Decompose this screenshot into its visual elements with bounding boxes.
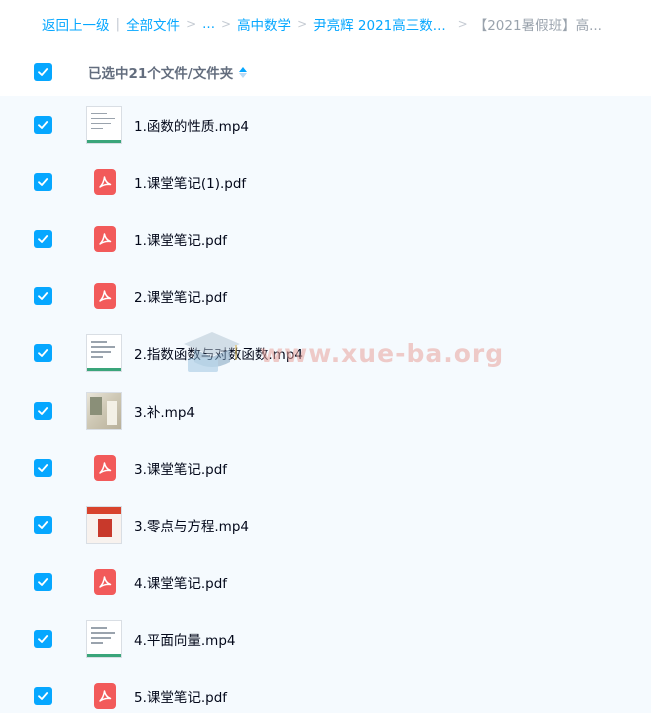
pdf-file-icon [94, 283, 116, 310]
acrobat-glyph [99, 690, 112, 703]
file-checkbox[interactable] [34, 458, 52, 477]
breadcrumb-level2-link[interactable]: 尹亮辉 2021高三数... [313, 14, 446, 34]
breadcrumb-ellipsis-link[interactable]: ... [202, 16, 215, 32]
file-list-header: 已选中21个文件/文件夹 [0, 48, 651, 96]
pdf-file-icon [94, 683, 116, 710]
file-checkbox[interactable] [34, 115, 52, 134]
chevron-right-icon: > [457, 17, 468, 31]
file-row[interactable]: 4.平面向量.mp4 [0, 611, 651, 668]
file-checkbox[interactable] [34, 344, 52, 363]
check-icon [38, 463, 49, 472]
check-icon [38, 406, 49, 415]
file-checkbox[interactable] [34, 287, 52, 306]
acrobat-glyph [99, 176, 112, 188]
pdf-file-icon [94, 454, 116, 481]
video-thumbnail [86, 391, 122, 430]
selection-count-label[interactable]: 已选中21个文件/文件夹 [88, 62, 248, 82]
chevron-right-icon: > [186, 17, 197, 31]
selection-count-text: 已选中21个文件/文件夹 [88, 66, 234, 82]
file-row[interactable]: 2.指数函数与对数函数.mp4 [0, 325, 651, 382]
file-name[interactable]: 3.补.mp4 [134, 401, 195, 421]
breadcrumb-divider: | [115, 16, 121, 32]
acrobat-glyph [99, 290, 112, 302]
file-checkbox[interactable] [34, 515, 52, 534]
file-checkbox[interactable] [34, 229, 52, 248]
file-row[interactable]: 2.课堂笔记.pdf [0, 268, 651, 325]
file-row[interactable]: 4.课堂笔记.pdf [0, 554, 651, 611]
pdf-file-icon [94, 225, 116, 252]
breadcrumb: 返回上一级 | 全部文件 > ... > 高中数学 > 尹亮辉 2021高三数.… [0, 0, 651, 48]
file-name[interactable]: 4.平面向量.mp4 [134, 629, 235, 649]
check-icon [38, 578, 49, 586]
file-row[interactable]: 1.课堂笔记.pdf [0, 210, 651, 267]
video-thumbnail [86, 505, 122, 544]
file-checkbox[interactable] [34, 687, 52, 706]
pdf-file-icon [94, 168, 116, 195]
check-icon [38, 521, 49, 529]
file-checkbox[interactable] [34, 573, 52, 592]
check-icon [38, 177, 49, 186]
file-row[interactable]: 3.零点与方程.mp4 [0, 496, 651, 553]
file-checkbox[interactable] [34, 172, 52, 191]
acrobat-glyph [99, 576, 112, 588]
breadcrumb-all-files-link[interactable]: 全部文件 [126, 14, 180, 34]
file-checkbox[interactable] [34, 401, 52, 420]
chevron-right-icon: > [297, 17, 308, 31]
select-all-checkbox[interactable] [34, 63, 52, 81]
check-icon [38, 292, 49, 301]
check-icon [38, 349, 49, 358]
check-icon [38, 120, 49, 129]
chevron-right-icon: > [221, 17, 232, 31]
file-row[interactable]: 1.课堂笔记(1).pdf [0, 153, 651, 210]
file-name[interactable]: 5.课堂笔记.pdf [134, 686, 227, 706]
breadcrumb-level1-link[interactable]: 高中数学 [237, 14, 291, 34]
file-name[interactable]: 2.指数函数与对数函数.mp4 [134, 343, 303, 363]
check-icon [38, 635, 49, 644]
check-icon [38, 235, 49, 243]
file-row[interactable]: 3.课堂笔记.pdf [0, 439, 651, 496]
file-name[interactable]: 2.课堂笔记.pdf [134, 286, 227, 306]
file-row[interactable]: 5.课堂笔记.pdf [0, 668, 651, 713]
file-name[interactable]: 3.零点与方程.mp4 [134, 515, 249, 535]
file-list: 1.函数的性质.mp4 1.课堂笔记(1).pdf 1.课堂笔记.pdf 2.课堂笔记… [0, 96, 651, 713]
acrobat-glyph [99, 233, 112, 245]
check-icon [38, 68, 49, 76]
acrobat-glyph [99, 461, 112, 474]
check-icon [38, 692, 49, 701]
video-thumbnail [86, 334, 122, 373]
file-name[interactable]: 4.课堂笔记.pdf [134, 572, 227, 592]
file-name[interactable]: 1.课堂笔记.pdf [134, 229, 227, 249]
file-checkbox[interactable] [34, 630, 52, 649]
video-thumbnail [86, 620, 122, 659]
file-row[interactable]: 1.函数的性质.mp4 [0, 96, 651, 153]
pdf-file-icon [94, 569, 116, 596]
file-name[interactable]: 3.课堂笔记.pdf [134, 458, 227, 478]
sort-arrows-icon[interactable] [239, 66, 248, 78]
file-name[interactable]: 1.函数的性质.mp4 [134, 115, 249, 135]
breadcrumb-current: 【2021暑假班】高... [473, 18, 602, 34]
video-thumbnail [86, 105, 122, 144]
file-name[interactable]: 1.课堂笔记(1).pdf [134, 172, 246, 192]
breadcrumb-back-link[interactable]: 返回上一级 [42, 14, 110, 34]
file-row[interactable]: 3.补.mp4 [0, 382, 651, 439]
